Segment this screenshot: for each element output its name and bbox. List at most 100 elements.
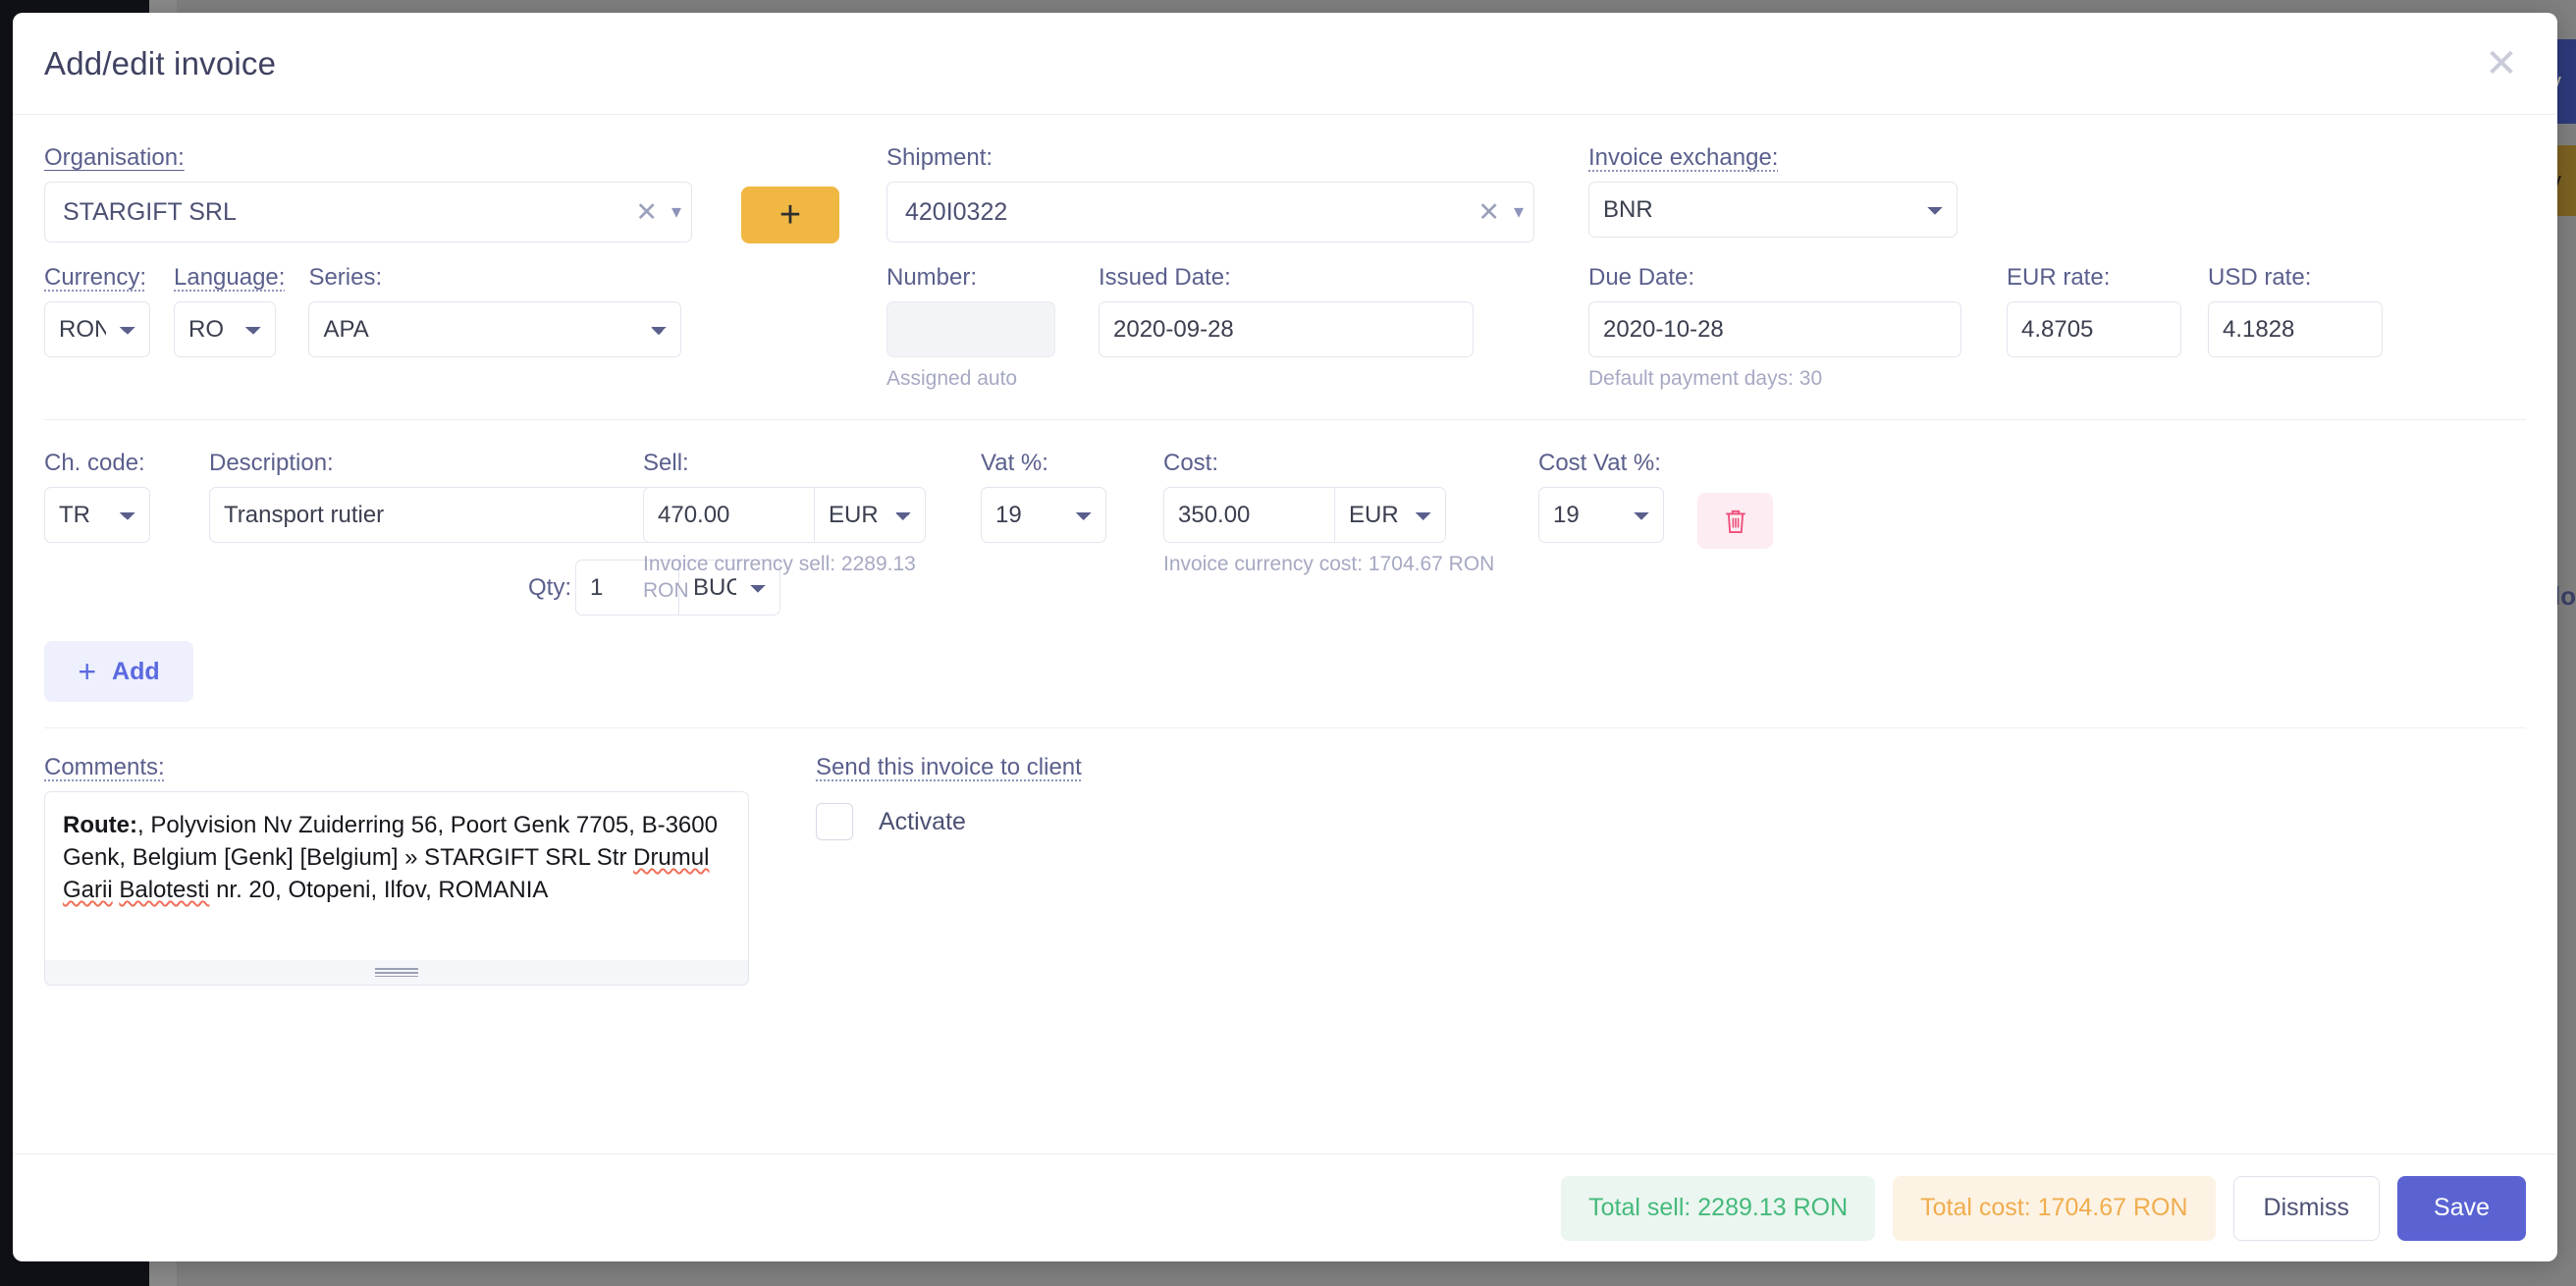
modal-header: Add/edit invoice ✕: [13, 13, 2557, 115]
comments-label: Comments:: [44, 754, 165, 781]
due-date-label: Due Date:: [1588, 264, 1695, 291]
cost-group: Cost: EUR Invoice currency cost: 1704.67…: [1163, 450, 1497, 577]
total-sell-badge: Total sell: 2289.13 RON: [1561, 1175, 1876, 1241]
series-group: Series: APA: [308, 264, 682, 357]
sell-currency-select[interactable]: EUR: [814, 487, 926, 544]
delete-line-item-button[interactable]: [1697, 493, 1773, 550]
usd-rate-label: USD rate:: [2208, 264, 2312, 291]
language-label: Language:: [174, 264, 286, 291]
comments-group: Comments: Route:, Polyvision Nv Zuiderri…: [44, 754, 749, 987]
modal-body: Organisation: STARGIFT SRL ✕ ▾ Currency:…: [13, 115, 2557, 1153]
organisation-value: STARGIFT SRL: [63, 197, 237, 226]
add-line-item-button[interactable]: + Add: [44, 641, 193, 703]
sell-amount-input[interactable]: [643, 487, 814, 544]
vat-label: Vat %:: [981, 450, 1048, 477]
trash-icon: [1725, 509, 1745, 533]
sell-control-group: EUR: [643, 487, 967, 544]
cost-vat-group: Cost Vat %: 19: [1538, 450, 1664, 544]
invoice-exchange-group: Invoice exchange: BNR Due Date: Default …: [1588, 144, 2383, 392]
currency-language-series-row: Currency: RON Language: RO Series: APA: [44, 264, 692, 357]
invoice-exchange-select[interactable]: BNR: [1588, 182, 1958, 238]
sell-label: Sell:: [643, 450, 689, 477]
comments-line-3a: [Belgium] » STARGIFT SRL Str: [299, 844, 634, 872]
send-invoice-group: Send this invoice to client Activate: [816, 754, 1082, 841]
clear-icon[interactable]: ✕: [635, 198, 658, 226]
due-date-group: Due Date: Default payment days: 30: [1588, 264, 1961, 392]
description-label: Description:: [209, 450, 334, 477]
top-fields-row: Organisation: STARGIFT SRL ✕ ▾ Currency:…: [44, 115, 2526, 392]
ch-code-select[interactable]: TR: [44, 487, 150, 544]
language-select[interactable]: RO: [174, 301, 276, 357]
issued-date-group: Issued Date:: [1099, 264, 1474, 357]
total-cost-badge: Total cost: 1704.67 RON: [1893, 1175, 2216, 1241]
route-prefix: Route:: [63, 812, 137, 839]
shipment-value: 420I0322: [905, 197, 1008, 226]
eur-rate-label: EUR rate:: [2007, 264, 2111, 291]
sell-group: Sell: EUR Invoice currency sell: 2289.13…: [643, 450, 967, 604]
usd-rate-group: USD rate:: [2208, 264, 2383, 357]
cost-vat-label: Cost Vat %:: [1538, 450, 1661, 477]
chevron-down-icon[interactable]: ▾: [671, 202, 681, 222]
currency-select[interactable]: RON: [44, 301, 150, 357]
due-date-hint: Default payment days: 30: [1588, 367, 1823, 390]
number-label: Number:: [886, 264, 978, 291]
due-rates-row: Due Date: Default payment days: 30 EUR r…: [1588, 264, 2383, 392]
add-edit-invoice-modal: Add/edit invoice ✕ Organisation: STARGIF…: [13, 13, 2557, 1261]
add-organisation-button[interactable]: +: [741, 187, 839, 243]
due-date-input[interactable]: [1588, 301, 1961, 357]
send-invoice-label: Send this invoice to client: [816, 754, 1082, 781]
comments-line-1: , Polyvision Nv Zuiderring 56, Poort: [136, 812, 508, 839]
description-group: Description: Qty: BUC.: [209, 450, 780, 616]
issued-date-label: Issued Date:: [1099, 264, 1231, 291]
shipment-select[interactable]: 420I0322 ✕ ▾: [886, 182, 1534, 242]
cost-vat-select[interactable]: 19: [1538, 487, 1664, 544]
series-select[interactable]: APA: [308, 301, 682, 357]
qty-label: Qty:: [527, 573, 571, 601]
comments-textarea[interactable]: Route:, Polyvision Nv Zuiderring 56, Poo…: [44, 791, 749, 987]
resize-handle[interactable]: [44, 960, 749, 987]
organisation-label: Organisation:: [44, 144, 185, 171]
vat-select[interactable]: 19: [981, 487, 1106, 544]
activate-row: Activate: [816, 803, 1082, 841]
dismiss-button[interactable]: Dismiss: [2232, 1175, 2381, 1241]
currency-group: Currency: RON: [44, 264, 150, 357]
issued-date-input[interactable]: [1099, 301, 1474, 357]
cost-amount-input[interactable]: [1163, 487, 1334, 544]
number-hint: Assigned auto: [886, 367, 1018, 390]
comments-line-4a: Balotesti: [119, 877, 210, 903]
comments-send-row: Comments: Route:, Polyvision Nv Zuiderri…: [44, 728, 2526, 987]
plus-icon: +: [778, 193, 802, 236]
organisation-select[interactable]: STARGIFT SRL ✕ ▾: [44, 182, 692, 242]
cost-label: Cost:: [1163, 450, 1219, 477]
number-issued-row: Number: Assigned auto Issued Date:: [886, 264, 1534, 392]
cost-currency-select[interactable]: EUR: [1334, 487, 1446, 544]
eur-rate-group: EUR rate:: [2007, 264, 2181, 357]
number-input[interactable]: [886, 301, 1055, 357]
vat-group: Vat %: 19: [981, 450, 1126, 544]
cost-control-group: EUR: [1163, 487, 1497, 544]
sell-hint: Invoice currency sell: 2289.13 RON: [643, 553, 916, 602]
close-icon[interactable]: ✕: [2479, 41, 2524, 86]
language-group: Language: RO: [174, 264, 285, 357]
page-title: Add/edit invoice: [44, 44, 277, 81]
ch-code-label: Ch. code:: [44, 450, 145, 477]
currency-label: Currency:: [44, 264, 147, 291]
series-label: Series:: [308, 264, 383, 291]
shipment-label: Shipment:: [886, 144, 993, 171]
add-line-item-label: Add: [112, 657, 160, 685]
invoice-exchange-label: Invoice exchange:: [1588, 144, 1779, 171]
plus-icon: +: [78, 654, 97, 690]
chevron-down-icon[interactable]: ▾: [1514, 202, 1524, 222]
number-group: Number: Assigned auto: [886, 264, 1055, 392]
eur-rate-input[interactable]: [2007, 301, 2181, 357]
clear-icon[interactable]: ✕: [1477, 198, 1500, 226]
modal-footer: Total sell: 2289.13 RON Total cost: 1704…: [13, 1153, 2557, 1261]
comments-textarea-wrapper: Route:, Polyvision Nv Zuiderring 56, Poo…: [44, 791, 749, 987]
save-button[interactable]: Save: [2397, 1175, 2526, 1241]
activate-label: Activate: [879, 807, 966, 835]
ch-code-group: Ch. code: TR: [44, 450, 170, 544]
shipment-group: Shipment: 420I0322 ✕ ▾ Number: Assigned …: [886, 144, 1534, 392]
organisation-group: Organisation: STARGIFT SRL ✕ ▾ Currency:…: [44, 144, 692, 357]
activate-checkbox[interactable]: [816, 803, 853, 841]
usd-rate-input[interactable]: [2208, 301, 2383, 357]
